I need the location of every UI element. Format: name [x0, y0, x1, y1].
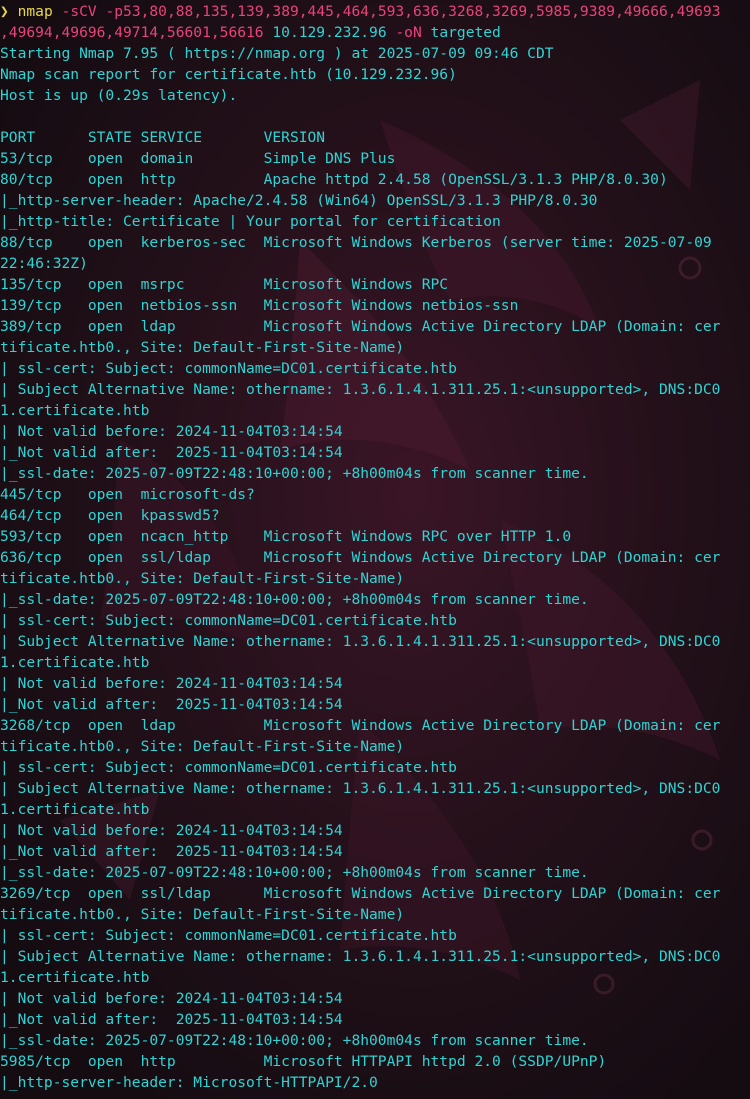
output-line: 1.certificate.htb — [0, 401, 150, 419]
scan-output: Starting Nmap 7.95 ( https://nmap.org ) … — [0, 43, 750, 1093]
output-line: 1.certificate.htb — [0, 968, 150, 986]
output-line: | ssl-cert: Subject: commonName=DC01.cer… — [0, 926, 457, 944]
output-line: |_ssl-date: 2025-07-09T22:48:10+00:00; +… — [0, 1031, 589, 1049]
command-line-2: ,49694,49696,49714,56601,56616 10.129.23… — [0, 22, 750, 43]
command-output-file: targeted — [421, 23, 501, 41]
output-line: 1.certificate.htb — [0, 800, 150, 818]
output-line: 135/tcp open msrpc Microsoft Windows RPC — [0, 275, 449, 293]
output-line: Host is up (0.29s latency). — [0, 86, 238, 104]
command-target-ip: 10.129.232.96 — [263, 23, 387, 41]
output-line: |_http-server-header: Apache/2.4.58 (Win… — [0, 191, 598, 209]
output-line: 389/tcp open ldap Microsoft Windows Acti… — [0, 317, 721, 335]
output-line: | Subject Alternative Name: othername: 1… — [0, 779, 721, 797]
output-line: tificate.htb0., Site: Default-First-Site… — [0, 737, 405, 755]
output-line: | Not valid before: 2024-11-04T03:14:54 — [0, 422, 343, 440]
output-line: 593/tcp open ncacn_http Microsoft Window… — [0, 527, 572, 545]
output-line: |_ssl-date: 2025-07-09T22:48:10+00:00; +… — [0, 863, 589, 881]
output-line: 636/tcp open ssl/ldap Microsoft Windows … — [0, 548, 721, 566]
output-line: tificate.htb0., Site: Default-First-Site… — [0, 338, 405, 356]
prompt-arrow-icon: ❯ — [0, 2, 9, 20]
output-line: 3269/tcp open ssl/ldap Microsoft Windows… — [0, 884, 721, 902]
output-line: | Subject Alternative Name: othername: 1… — [0, 380, 721, 398]
command-output-flag: -oN — [386, 23, 422, 41]
output-line: |_ssl-date: 2025-07-09T22:48:10+00:00; +… — [0, 464, 589, 482]
output-line: |_ssl-date: 2025-07-09T22:48:10+00:00; +… — [0, 590, 589, 608]
output-line: Starting Nmap 7.95 ( https://nmap.org ) … — [0, 44, 554, 62]
output-line: Nmap scan report for certificate.htb (10… — [0, 65, 457, 83]
output-line: | ssl-cert: Subject: commonName=DC01.cer… — [0, 611, 457, 629]
output-line: |_Not valid after: 2025-11-04T03:14:54 — [0, 695, 343, 713]
output-line: |_Not valid after: 2025-11-04T03:14:54 — [0, 443, 343, 461]
output-line: | ssl-cert: Subject: commonName=DC01.cer… — [0, 758, 457, 776]
output-line: 22:46:32Z) — [0, 254, 88, 272]
output-line: | Not valid before: 2024-11-04T03:14:54 — [0, 821, 343, 839]
output-line: 88/tcp open kerberos-sec Microsoft Windo… — [0, 233, 712, 251]
output-line: PORT STATE SERVICE VERSION — [0, 128, 326, 146]
command-line-1: ❯ nmap -sCV -p53,80,88,135,139,389,445,4… — [0, 1, 750, 22]
output-line: | Not valid before: 2024-11-04T03:14:54 — [0, 989, 343, 1007]
output-line: |_http-server-header: Microsoft-HTTPAPI/… — [0, 1073, 378, 1091]
output-line: | Subject Alternative Name: othername: 1… — [0, 632, 721, 650]
terminal-window[interactable]: ❯ nmap -sCV -p53,80,88,135,139,389,445,4… — [0, 0, 750, 1099]
output-line: 3268/tcp open ldap Microsoft Windows Act… — [0, 716, 721, 734]
output-line: 5985/tcp open http Microsoft HTTPAPI htt… — [0, 1052, 607, 1070]
output-line: | Subject Alternative Name: othername: 1… — [0, 947, 721, 965]
command-program: nmap — [17, 2, 53, 20]
command-flags-part2: ,49694,49696,49714,56601,56616 — [0, 23, 264, 41]
output-line: tificate.htb0., Site: Default-First-Site… — [0, 905, 405, 923]
output-line: 1.certificate.htb — [0, 653, 150, 671]
output-line: tificate.htb0., Site: Default-First-Site… — [0, 569, 405, 587]
command-flags-part1: -sCV -p53,80,88,135,139,389,445,464,593,… — [52, 2, 721, 20]
output-line: 53/tcp open domain Simple DNS Plus — [0, 149, 396, 167]
output-line: |_http-title: Certificate | Your portal … — [0, 212, 501, 230]
output-line: 445/tcp open microsoft-ds? — [0, 485, 255, 503]
output-line: 464/tcp open kpasswd5? — [0, 506, 220, 524]
output-line: 80/tcp open http Apache httpd 2.4.58 (Op… — [0, 170, 668, 188]
output-line: |_Not valid after: 2025-11-04T03:14:54 — [0, 842, 343, 860]
output-line: | Not valid before: 2024-11-04T03:14:54 — [0, 674, 343, 692]
output-line: |_Not valid after: 2025-11-04T03:14:54 — [0, 1010, 343, 1028]
output-line: 139/tcp open netbios-ssn Microsoft Windo… — [0, 296, 519, 314]
output-line: | ssl-cert: Subject: commonName=DC01.cer… — [0, 359, 457, 377]
